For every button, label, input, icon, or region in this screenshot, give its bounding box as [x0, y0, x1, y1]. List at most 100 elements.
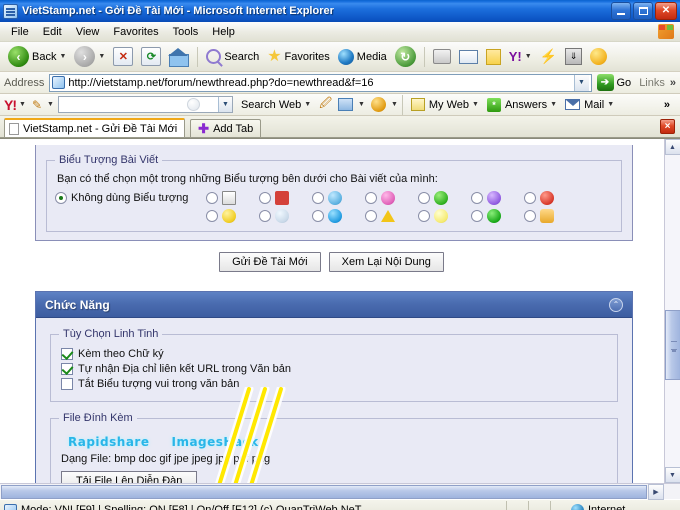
address-dropdown-icon[interactable]: ▼: [573, 74, 589, 91]
anti-spy-icon[interactable]: [370, 97, 386, 112]
yahoo-toolbar: Y! ▼ ✎ ▼ ▼ Search Web ▼ 🖉 ▼ ▼ My Web ▼ *…: [0, 94, 680, 116]
add-tab-button[interactable]: ✚ Add Tab: [190, 119, 262, 137]
close-tab-button[interactable]: ×: [660, 119, 675, 134]
checkbox-disable-smilies[interactable]: [61, 378, 73, 390]
scroll-thumb[interactable]: [664, 310, 680, 380]
windows-tabs-icon[interactable]: [338, 98, 353, 111]
post-icon-option[interactable]: [418, 191, 471, 205]
option-row[interactable]: Tắt Biểu tượng vui trong văn bản: [61, 378, 609, 390]
scroll-down-button[interactable]: ▼: [664, 467, 680, 483]
post-icon-option[interactable]: [365, 191, 418, 205]
post-icon-option[interactable]: [365, 209, 418, 223]
minimize-button[interactable]: [611, 2, 631, 20]
messenger-button[interactable]: ⚡: [536, 44, 561, 70]
scroll-up-button[interactable]: ▲: [664, 139, 680, 155]
post-icon-option[interactable]: [259, 209, 312, 223]
download-button[interactable]: ⇓: [561, 44, 586, 70]
refresh-button[interactable]: ⟳: [137, 44, 165, 70]
highlighter-icon[interactable]: 🖉: [319, 94, 332, 115]
radio-icon[interactable]: [418, 192, 431, 204]
radio-icon[interactable]: [259, 210, 272, 222]
edit-button[interactable]: [455, 44, 482, 70]
forward-button[interactable]: › ▼: [70, 44, 109, 70]
rapidshare-link[interactable]: Rapidshare: [68, 435, 149, 449]
close-button[interactable]: ✕: [655, 2, 677, 20]
post-icon-option[interactable]: [206, 191, 259, 205]
maximize-button[interactable]: [633, 2, 653, 20]
post-icon-option[interactable]: [206, 209, 259, 223]
stop-button[interactable]: ✕: [109, 44, 137, 70]
menu-item-file[interactable]: File: [4, 24, 36, 40]
scroll-right-button[interactable]: ▶: [648, 483, 664, 500]
print-button[interactable]: [429, 44, 455, 70]
radio-no-icon[interactable]: [55, 192, 67, 204]
chevron-down-icon[interactable]: ▼: [19, 101, 26, 108]
yahoo-toolbar-overflow-icon[interactable]: »: [664, 99, 670, 111]
menu-item-favorites[interactable]: Favorites: [106, 24, 165, 40]
radio-icon[interactable]: [312, 192, 325, 204]
yahoo-search-dropdown-icon[interactable]: ▼: [217, 97, 232, 112]
links-label[interactable]: Links: [639, 77, 665, 89]
yahoo-button[interactable]: Y! ▼: [505, 44, 536, 70]
add-tab-label: Add Tab: [213, 122, 254, 135]
tab-active[interactable]: VietStamp.net - Gửi Đề Tài Mới: [4, 118, 186, 137]
post-icon-option[interactable]: [471, 191, 524, 205]
radio-icon[interactable]: [312, 210, 325, 222]
post-icon-option[interactable]: [471, 209, 524, 223]
hscroll-thumb[interactable]: [1, 484, 647, 499]
address-input[interactable]: http://vietstamp.net/forum/newthread.php…: [49, 73, 592, 92]
radio-icon[interactable]: [365, 192, 378, 204]
vertical-scrollbar[interactable]: ▲ ▼: [664, 139, 680, 483]
home-button[interactable]: [165, 44, 193, 70]
notes-button[interactable]: [482, 44, 505, 70]
checkbox-signature[interactable]: [61, 348, 73, 360]
post-icon-option[interactable]: [418, 209, 471, 223]
radio-icon[interactable]: [524, 210, 537, 222]
toolbar-overflow-icon[interactable]: »: [670, 77, 676, 89]
yahoo-search-web-button[interactable]: Search Web ▼: [237, 99, 315, 111]
menu-item-help[interactable]: Help: [205, 24, 242, 40]
yahoo-mail-button[interactable]: Mail ▼: [561, 99, 618, 111]
post-icon-option[interactable]: [524, 191, 577, 205]
menu-item-view[interactable]: View: [69, 24, 107, 40]
yahoo-search-input[interactable]: ▼: [57, 96, 233, 113]
menu-item-tools[interactable]: Tools: [166, 24, 206, 40]
radio-icon[interactable]: [206, 192, 219, 204]
chevron-down-icon[interactable]: ▼: [358, 101, 365, 108]
chevron-down-icon[interactable]: ▼: [391, 101, 398, 108]
radio-icon[interactable]: [206, 210, 219, 222]
submit-new-thread-button[interactable]: Gửi Đề Tài Mới: [219, 252, 321, 272]
post-icon-option[interactable]: [312, 191, 365, 205]
go-button[interactable]: ➔ Go: [596, 74, 631, 91]
collapse-icon[interactable]: ⌃: [609, 297, 623, 312]
preview-button[interactable]: Xem Lại Nội Dung: [328, 252, 444, 272]
chevron-down-icon[interactable]: ▼: [47, 101, 54, 108]
yahoo-my-web-button[interactable]: My Web ▼: [407, 98, 483, 111]
yahoo-answers-button[interactable]: * Answers ▼: [483, 97, 561, 112]
post-icon-option[interactable]: [312, 209, 365, 223]
upload-file-button[interactable]: Tải File Lên Diễn Đàn: [61, 471, 198, 483]
option-row[interactable]: Tự nhận Địa chỉ liên kết URL trong Văn b…: [61, 363, 609, 375]
yahoo-logo-icon[interactable]: Y!: [4, 98, 17, 112]
menu-item-edit[interactable]: Edit: [36, 24, 69, 40]
checkbox-autoparse-url[interactable]: [61, 363, 73, 375]
radio-icon[interactable]: [365, 210, 378, 222]
radio-icon[interactable]: [524, 192, 537, 204]
smiley-button[interactable]: [586, 44, 611, 70]
media-button[interactable]: Media: [334, 44, 391, 70]
back-button[interactable]: ‹ Back ▼: [4, 44, 70, 70]
history-button[interactable]: ↻: [391, 44, 420, 70]
post-icon-option[interactable]: [524, 209, 577, 223]
post-icon-option[interactable]: [259, 191, 312, 205]
horizontal-scrollbar[interactable]: ▶: [0, 483, 680, 500]
option-row[interactable]: Kèm theo Chữ ký: [61, 348, 609, 360]
radio-icon[interactable]: [418, 210, 431, 222]
search-button[interactable]: Search: [202, 44, 263, 70]
radio-icon[interactable]: [259, 192, 272, 204]
pencil-icon[interactable]: ✎: [32, 98, 42, 112]
favorites-button[interactable]: ★ Favorites: [263, 44, 334, 70]
radio-icon[interactable]: [471, 192, 484, 204]
imageshack-link[interactable]: ImagesHack: [171, 435, 258, 449]
radio-icon[interactable]: [471, 210, 484, 222]
scroll-track[interactable]: [664, 155, 680, 467]
